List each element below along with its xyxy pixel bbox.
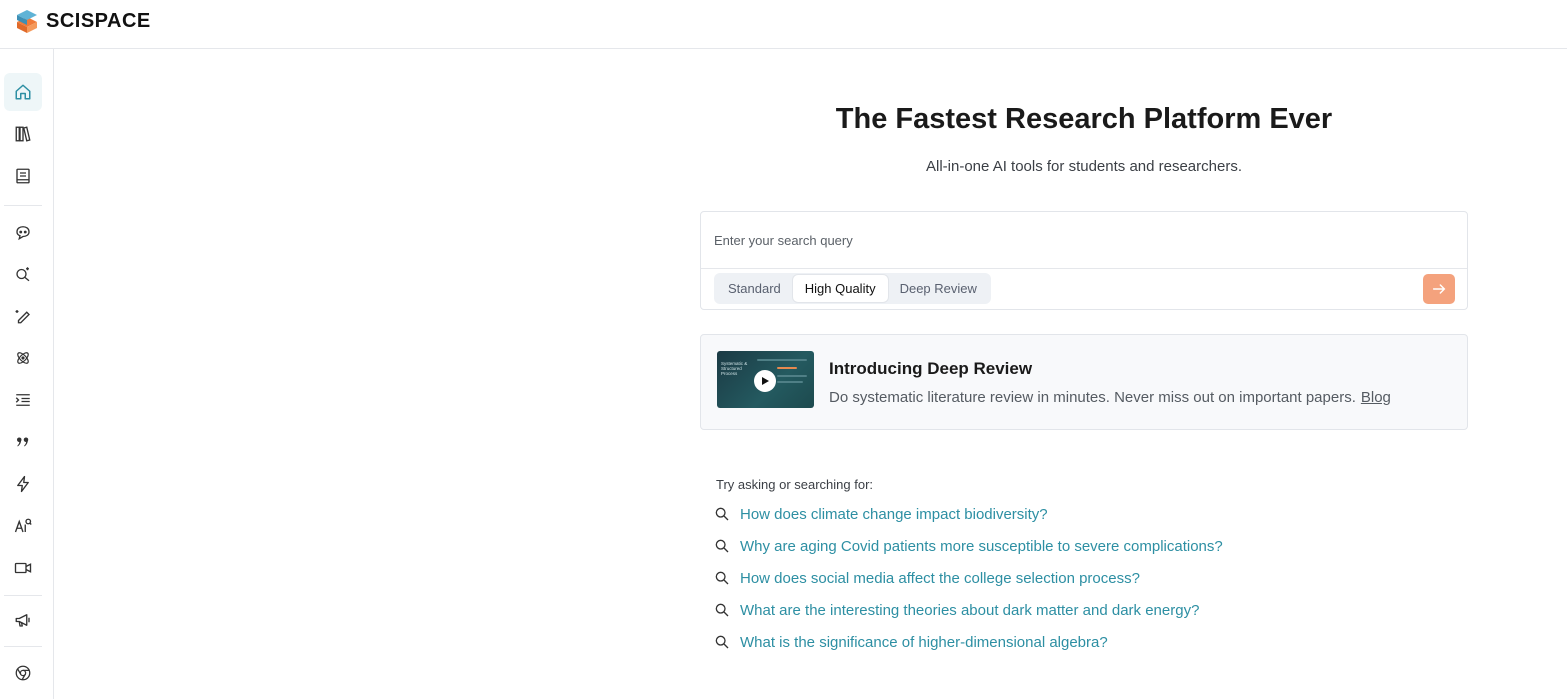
promo-description: Do systematic literature review in minut… — [829, 389, 1391, 406]
mode-deep-review[interactable]: Deep Review — [888, 275, 989, 302]
search-mode-toggle: Standard High Quality Deep Review — [714, 273, 991, 304]
sidebar-item-outline[interactable] — [4, 381, 42, 419]
sidebar-item-chat[interactable] — [4, 213, 42, 251]
search-icon — [715, 507, 729, 521]
brand-name: SCISPACE — [46, 9, 151, 32]
lightning-icon — [17, 475, 29, 493]
sidebar — [0, 49, 54, 699]
ai-detector-icon — [14, 518, 32, 533]
suggestion-text: How does social media affect the college… — [740, 569, 1140, 587]
outline-list-icon — [15, 394, 30, 406]
sidebar-item-citation[interactable] — [4, 423, 42, 461]
promo-title: Introducing Deep Review — [829, 359, 1033, 378]
suggestion-item[interactable]: What are the interesting theories about … — [714, 599, 1199, 621]
sidebar-item-video[interactable] — [4, 549, 42, 587]
play-button[interactable] — [754, 370, 776, 392]
search-box: Standard High Quality Deep Review — [700, 211, 1468, 310]
sidebar-item-ai-detector[interactable] — [4, 507, 42, 545]
suggestion-item[interactable]: Why are aging Covid patients more suscep… — [714, 535, 1223, 557]
megaphone-icon — [15, 614, 30, 627]
top-bar: SCISPACE — [0, 0, 1567, 49]
search-icon — [715, 635, 729, 649]
promo-description-text: Do systematic literature review in minut… — [829, 389, 1356, 406]
sidebar-item-notebook[interactable] — [4, 157, 42, 195]
suggestion-item[interactable]: How does social media affect the college… — [714, 567, 1140, 589]
mode-standard[interactable]: Standard — [716, 275, 793, 302]
suggestion-text: What are the interesting theories about … — [740, 601, 1200, 619]
notebook-icon — [16, 168, 30, 184]
sidebar-divider — [4, 595, 42, 596]
suggestion-text: Why are aging Covid patients more suscep… — [740, 537, 1223, 555]
deep-review-promo-card: Systematic & Structured Process Introduc… — [700, 334, 1468, 430]
sidebar-divider — [4, 205, 42, 206]
logo-icon — [17, 10, 37, 33]
video-icon — [14, 562, 32, 574]
suggestion-item[interactable]: What is the significance of higher-dimen… — [714, 631, 1108, 653]
sidebar-item-literature-search[interactable] — [4, 255, 42, 293]
quote-icon — [17, 437, 29, 447]
search-icon — [715, 539, 729, 553]
suggestion-text: What is the significance of higher-dimen… — [740, 633, 1108, 651]
sidebar-item-home[interactable] — [4, 73, 42, 111]
promo-video-thumbnail[interactable]: Systematic & Structured Process — [717, 351, 814, 408]
chat-bot-icon — [16, 226, 30, 241]
atom-icon — [17, 352, 29, 364]
play-icon — [762, 377, 769, 385]
search-icon — [715, 571, 729, 585]
suggestion-text: How does climate change impact biodivers… — [740, 505, 1048, 523]
sidebar-divider — [4, 646, 42, 647]
sidebar-item-extract[interactable] — [4, 465, 42, 503]
scispace-logo[interactable]: SCISPACE — [14, 8, 151, 34]
mode-high-quality[interactable]: High Quality — [792, 275, 888, 302]
page-title: The Fastest Research Platform Ever — [835, 103, 1333, 135]
suggestion-item[interactable]: How does climate change impact biodivers… — [714, 503, 1048, 525]
submit-search-button[interactable] — [1423, 274, 1455, 304]
search-icon — [715, 603, 729, 617]
arrow-right-icon — [1432, 284, 1446, 294]
search-sparkle-icon — [16, 267, 30, 282]
sidebar-item-writer[interactable] — [4, 297, 42, 335]
pen-sparkle-icon — [15, 310, 30, 324]
suggestions-label: Try asking or searching for: — [716, 477, 874, 492]
page-subtitle: All-in-one AI tools for students and res… — [926, 158, 1242, 175]
sidebar-item-explain[interactable] — [4, 339, 42, 377]
sidebar-item-announcements[interactable] — [4, 601, 42, 639]
chrome-icon — [15, 665, 31, 681]
promo-blog-link[interactable]: Blog — [1361, 389, 1391, 406]
search-divider — [701, 268, 1467, 269]
sidebar-item-library[interactable] — [4, 115, 42, 153]
library-icon — [15, 126, 31, 142]
home-icon — [15, 84, 31, 100]
thumbnail-caption: Systematic & Structured Process — [721, 361, 748, 376]
sidebar-item-chrome-extension[interactable] — [4, 654, 42, 692]
search-input[interactable] — [702, 213, 1466, 268]
